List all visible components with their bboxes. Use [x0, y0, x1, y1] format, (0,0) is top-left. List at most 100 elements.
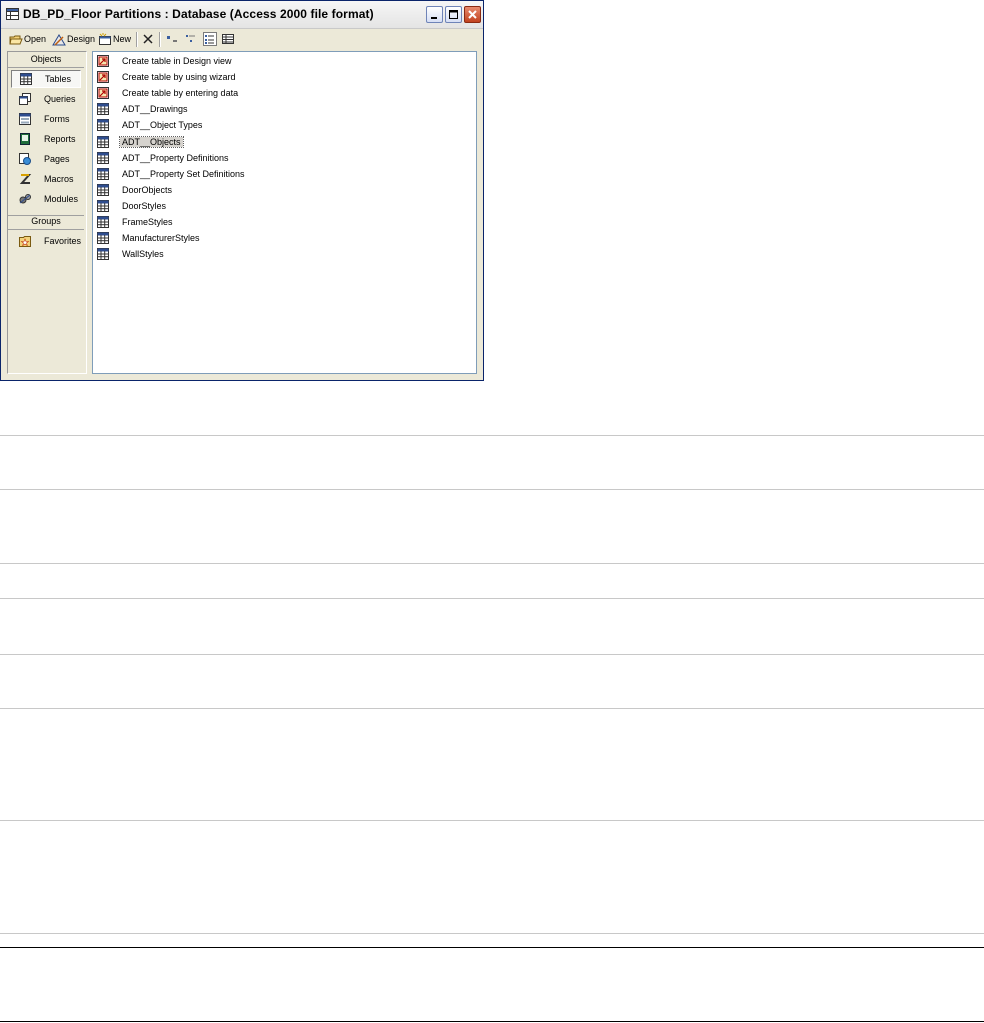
list-item-label: ADT__Object Types — [122, 120, 203, 131]
divider-line — [0, 1021, 984, 1022]
window-title: DB_PD_Floor Partitions : Database (Acces… — [23, 7, 374, 21]
group-item-favorites[interactable]: Favorites — [11, 232, 81, 250]
table-list-item[interactable]: ADT__Property Definitions — [97, 151, 231, 165]
objects-bar: Objects Tables Queries Forms Reports Pages Ma… — [7, 51, 87, 374]
divider-line — [0, 563, 984, 564]
objects-bar-item-modules[interactable]: Modules — [11, 190, 81, 208]
objects-bar-item-label: Modules — [44, 194, 79, 204]
create-shortcut-item[interactable]: Create table in Design view — [97, 54, 234, 68]
objects-bar-item-tables[interactable]: Tables — [11, 70, 81, 88]
minimize-button[interactable] — [426, 6, 443, 23]
title-bar[interactable]: DB_PD_Floor Partitions : Database (Acces… — [1, 1, 483, 29]
table-list-item[interactable]: DoorObjects — [97, 183, 174, 197]
divider-line — [0, 820, 984, 821]
list-item-label: FrameStyles — [122, 217, 173, 227]
objects-bar-item-label: Macros — [44, 174, 74, 184]
divider-line — [0, 654, 984, 655]
close-button[interactable] — [464, 6, 481, 23]
table-icon — [97, 167, 109, 180]
objects-bar-item-label: Reports — [44, 134, 76, 144]
objects-bar-item-macros[interactable]: Macros — [11, 170, 81, 188]
database-window: DB_PD_Floor Partitions : Database (Acces… — [0, 0, 484, 381]
shortcut-icon — [97, 55, 109, 67]
divider-line — [0, 489, 984, 490]
maximize-icon — [449, 10, 458, 19]
create-shortcut-item[interactable]: Create table by using wizard — [97, 70, 238, 84]
design-icon — [52, 33, 66, 46]
list-item-label: ADT__Objects — [119, 135, 184, 148]
details-view-icon[interactable] — [221, 32, 235, 46]
table-list-item[interactable]: ADT__Drawings — [97, 102, 190, 116]
favorites-folder-icon — [18, 236, 31, 247]
open-icon — [9, 35, 23, 44]
open-button[interactable]: Open — [9, 31, 46, 47]
shortcut-icon — [97, 87, 109, 100]
module-icon — [19, 194, 31, 204]
table-icon — [97, 135, 109, 148]
maximize-button[interactable] — [445, 6, 462, 23]
list-item-label: Create table by entering data — [122, 88, 239, 99]
objects-bar-item-reports[interactable]: Reports — [11, 130, 81, 148]
list-item-label: Create table by using wizard — [122, 72, 236, 83]
divider-line — [0, 435, 984, 436]
list-item-label: WallStyles — [122, 249, 164, 260]
table-list-item[interactable]: ManufacturerStyles — [97, 231, 202, 245]
objects-bar-item-label: Pages — [44, 154, 70, 164]
macro-icon — [19, 174, 32, 184]
page-icon — [19, 153, 31, 165]
divider-line — [0, 598, 984, 599]
delete-icon[interactable] — [141, 32, 155, 46]
group-item-label: Favorites — [43, 236, 81, 246]
create-shortcut-item[interactable]: Create table by entering data — [97, 86, 240, 100]
query-icon — [19, 93, 31, 105]
table-list-item[interactable]: ADT__Object Types — [97, 118, 204, 132]
list-item-label: ManufacturerStyles — [122, 233, 200, 244]
object-list[interactable]: Create table in Design view Create table … — [92, 51, 477, 374]
table-icon — [97, 151, 109, 164]
objects-bar-item-queries[interactable]: Queries — [11, 90, 81, 108]
list-item-label: Create table in Design view — [122, 56, 232, 66]
table-icon — [97, 216, 109, 228]
shortcut-icon — [97, 71, 109, 84]
divider-line — [0, 947, 984, 948]
objects-bar-item-label: Tables — [45, 74, 72, 84]
minimize-icon — [431, 17, 437, 19]
close-icon — [468, 10, 477, 19]
objects-bar-item-pages[interactable]: Pages — [11, 150, 81, 168]
table-list-item[interactable]: WallStyles — [97, 247, 166, 261]
divider-line — [0, 933, 984, 934]
objects-bar-item-label: Queries — [44, 94, 76, 104]
table-list-item[interactable]: FrameStyles — [97, 215, 175, 229]
design-button[interactable]: Design — [52, 31, 95, 47]
large-icons-icon[interactable] — [165, 32, 179, 46]
objects-group-header[interactable]: Objects — [8, 54, 84, 68]
table-list-item[interactable]: ADT__Property Set Definitions — [97, 167, 247, 181]
toolbar-separator — [136, 32, 138, 47]
new-button[interactable]: New — [98, 31, 131, 47]
toolbar-separator — [159, 32, 161, 47]
table-icon — [97, 183, 109, 196]
database-toolbar: Open Design New — [1, 29, 483, 49]
report-icon — [20, 133, 30, 145]
table-icon — [97, 103, 109, 116]
divider-line — [0, 708, 984, 709]
database-icon — [6, 8, 19, 20]
objects-bar-item-forms[interactable]: Forms — [11, 110, 81, 128]
table-icon — [97, 232, 109, 245]
table-icon — [97, 119, 109, 132]
table-list-item[interactable]: DoorStyles — [97, 199, 168, 213]
objects-bar-item-label: Forms — [44, 114, 70, 124]
list-item-label: ADT__Property Definitions — [122, 152, 229, 163]
groups-group-header[interactable]: Groups — [8, 215, 84, 230]
table-icon — [97, 248, 109, 261]
list-view-icon[interactable] — [203, 32, 217, 46]
list-item-label: ADT__Property Set Definitions — [122, 168, 245, 179]
new-icon — [99, 32, 111, 45]
list-item-label: DoorObjects — [122, 184, 173, 195]
list-item-label: ADT__Drawings — [122, 104, 188, 115]
list-item-label: DoorStyles — [122, 200, 167, 211]
table-icon — [97, 199, 109, 212]
table-icon — [20, 73, 32, 85]
small-icons-icon[interactable] — [184, 32, 198, 46]
table-list-item[interactable]: ADT__Objects — [97, 135, 184, 149]
